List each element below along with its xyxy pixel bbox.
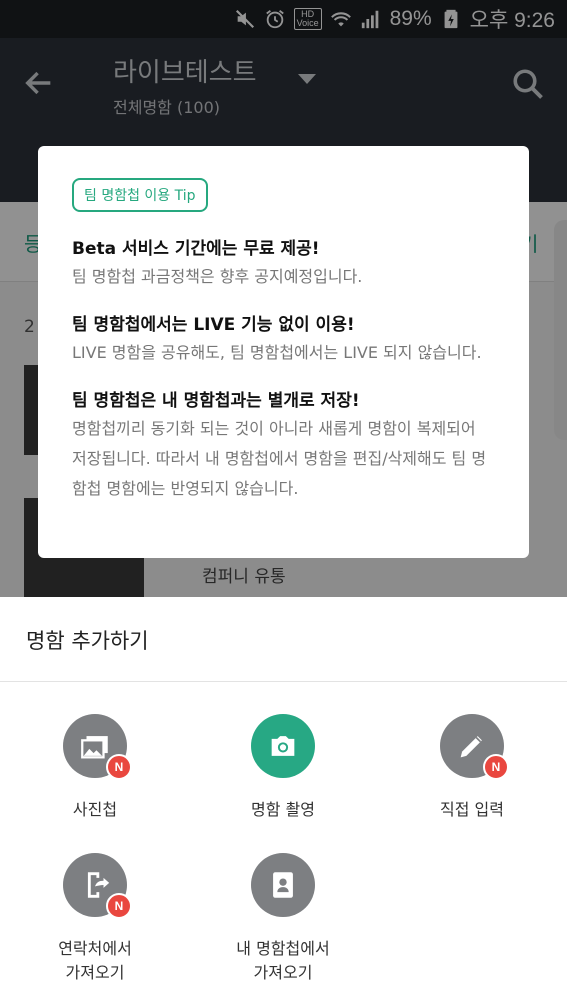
divider xyxy=(0,681,567,682)
pencil-icon[interactable]: N xyxy=(440,714,509,780)
gallery-icon[interactable]: N xyxy=(63,714,132,780)
gallery-option[interactable]: N 사진첩 xyxy=(0,714,195,822)
camera-icon[interactable] xyxy=(251,714,315,778)
my-cardbook-option[interactable]: 내 명함첩에서 가져오기 xyxy=(183,853,383,985)
new-badge: N xyxy=(483,754,509,780)
add-card-sheet: 명함 추가하기 N 사진첩 명함 촬영 N 직접 입력 N 연락처에서 가져오기 xyxy=(0,597,567,1008)
sheet-title: 명함 추가하기 xyxy=(26,629,149,653)
manual-input-option[interactable]: N 직접 입력 xyxy=(372,714,567,822)
camera-option[interactable]: 명함 촬영 xyxy=(183,714,383,822)
tip-heading: Beta 서비스 기간에는 무료 제공! xyxy=(72,239,320,259)
option-label: 내 명함첩에서 가져오기 xyxy=(236,939,330,982)
tip-body: 명함첩끼리 동기화 되는 것이 아니라 새롭게 명함이 복제되어 저장됩니다. … xyxy=(72,419,487,498)
tip-dialog: 팀 명함첩 이용 Tip Beta 서비스 기간에는 무료 제공! 팀 명함첩 … xyxy=(38,146,529,558)
tip-item: 팀 명함첩은 내 명함첩과는 별개로 저장! 명함첩끼리 동기화 되는 것이 아… xyxy=(72,388,495,504)
option-label: 연락처에서 가져오기 xyxy=(58,939,132,982)
import-contacts-icon[interactable]: N xyxy=(63,853,132,919)
tip-badge: 팀 명함첩 이용 Tip xyxy=(72,178,208,212)
import-contacts-option[interactable]: N 연락처에서 가져오기 xyxy=(0,853,195,985)
tip-body: 팀 명함첩 과금정책은 향후 공지예정입니다. xyxy=(72,267,363,286)
tip-heading: 팀 명함첩은 내 명함첩과는 별개로 저장! xyxy=(72,391,360,411)
option-label: 명함 촬영 xyxy=(251,800,315,819)
option-label: 사진첩 xyxy=(72,800,118,819)
tip-body: LIVE 명함을 공유해도, 팀 명함첩에서는 LIVE 되지 않습니다. xyxy=(72,343,482,362)
tip-heading: 팀 명함첩에서는 LIVE 기능 없이 이용! xyxy=(72,315,355,335)
option-label: 직접 입력 xyxy=(440,800,504,819)
contact-card-icon[interactable] xyxy=(251,853,315,917)
new-badge: N xyxy=(106,754,132,780)
tip-item: Beta 서비스 기간에는 무료 제공! 팀 명함첩 과금정책은 향후 공지예정… xyxy=(72,236,495,292)
tip-item: 팀 명함첩에서는 LIVE 기능 없이 이용! LIVE 명함을 공유해도, 팀… xyxy=(72,312,495,368)
new-badge: N xyxy=(106,893,132,919)
